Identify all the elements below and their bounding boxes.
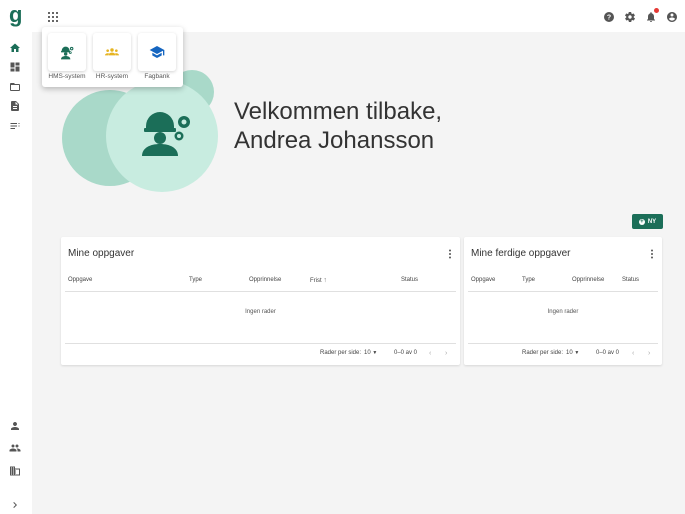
empty-message: Ingen rader: [245, 309, 276, 315]
next-page-icon[interactable]: ›: [445, 350, 447, 357]
pagination-range: 0–0 av 0: [596, 350, 620, 356]
column-header-opprinnelse[interactable]: Opprinnelse: [249, 277, 281, 283]
app-tile-hr[interactable]: [93, 33, 131, 71]
next-page-icon[interactable]: ›: [648, 350, 650, 357]
footer-divider: [65, 343, 456, 344]
home-icon[interactable]: [9, 42, 21, 54]
app-label-fagbank[interactable]: Fagbank: [132, 73, 182, 80]
person-icon[interactable]: [9, 420, 21, 432]
more-vert-icon[interactable]: [650, 249, 654, 259]
dropdown-arrow-icon: ▼: [372, 350, 378, 356]
app-logo[interactable]: g: [8, 4, 24, 30]
welcome-heading: Velkommen tilbake, Andrea Johansson: [234, 97, 442, 155]
building-icon[interactable]: [9, 465, 21, 477]
account-icon[interactable]: [666, 10, 678, 22]
notification-badge: [654, 8, 659, 13]
notifications-icon[interactable]: [645, 8, 659, 22]
app-tile-fagbank[interactable]: [138, 33, 176, 71]
dropdown-arrow-icon: ▼: [574, 350, 580, 356]
empty-message: Ingen rader: [547, 309, 579, 315]
column-header-status[interactable]: Status: [622, 277, 639, 283]
svg-text:?: ?: [607, 15, 611, 22]
column-header-oppgave[interactable]: Oppgave: [68, 277, 92, 283]
worker-gear-icon: [61, 46, 74, 60]
app-switcher-menu: HMS-system HR-system Fagbank: [42, 27, 183, 87]
app-tile-hms[interactable]: [48, 33, 86, 71]
new-button-label: NY: [647, 218, 657, 225]
done-tasks-title: Mine ferdige oppgaver: [471, 248, 571, 259]
sort-arrow-up-icon: ↑: [323, 277, 327, 284]
rows-per-page-select[interactable]: 10 ▼: [566, 350, 579, 356]
footer-divider: [468, 343, 658, 344]
pagination-range: 0–0 av 0: [394, 350, 418, 356]
sidebar: g: [0, 0, 32, 514]
welcome-line-1: Velkommen tilbake,: [234, 98, 443, 125]
chevron-right-icon[interactable]: [9, 499, 21, 511]
document-icon[interactable]: [9, 100, 21, 112]
more-vert-icon[interactable]: [448, 249, 452, 259]
column-header-type[interactable]: Type: [522, 277, 535, 283]
header-divider: [468, 291, 658, 292]
plus-icon: +: [638, 218, 645, 225]
column-header-frist[interactable]: Frist ↑: [310, 277, 327, 284]
column-header-frist-label: Frist: [310, 278, 322, 284]
group-icon: [105, 48, 119, 56]
prev-page-icon[interactable]: ‹: [429, 350, 431, 357]
column-header-type[interactable]: Type: [189, 277, 202, 283]
help-icon[interactable]: ?: [603, 10, 615, 22]
settings-icon[interactable]: [624, 10, 636, 22]
rows-per-page-value: 10: [364, 350, 371, 356]
done-tasks-card: Mine ferdige oppgaver Oppgave Type Oppri…: [464, 237, 662, 365]
folder-icon[interactable]: [9, 81, 21, 93]
list-icon[interactable]: [9, 120, 21, 132]
tasks-title: Mine oppgaver: [68, 248, 135, 259]
user-name: Andrea Johansson: [234, 127, 435, 154]
tasks-card: Mine oppgaver Oppgave Type Opprinnelse F…: [61, 237, 460, 365]
people-icon[interactable]: [9, 442, 21, 454]
header-divider: [65, 291, 456, 292]
graduation-cap-icon: [149, 46, 165, 58]
new-button[interactable]: + NY: [632, 214, 663, 229]
apps-grid-icon[interactable]: [47, 10, 59, 22]
rows-per-page-label: Rader per side:: [522, 350, 564, 356]
rows-per-page-label: Rader per side:: [320, 350, 362, 356]
column-header-status[interactable]: Status: [401, 277, 418, 283]
prev-page-icon[interactable]: ‹: [632, 350, 634, 357]
app-label-hr[interactable]: HR-system: [87, 73, 137, 80]
app-label-hms[interactable]: HMS-system: [42, 73, 92, 80]
svg-text:g: g: [9, 4, 22, 27]
column-header-opprinnelse[interactable]: Opprinnelse: [572, 277, 604, 283]
dashboard-icon[interactable]: [9, 61, 21, 73]
column-header-oppgave[interactable]: Oppgave: [471, 277, 495, 283]
rows-per-page-select[interactable]: 10 ▼: [364, 350, 377, 356]
rows-per-page-value: 10: [566, 350, 573, 356]
